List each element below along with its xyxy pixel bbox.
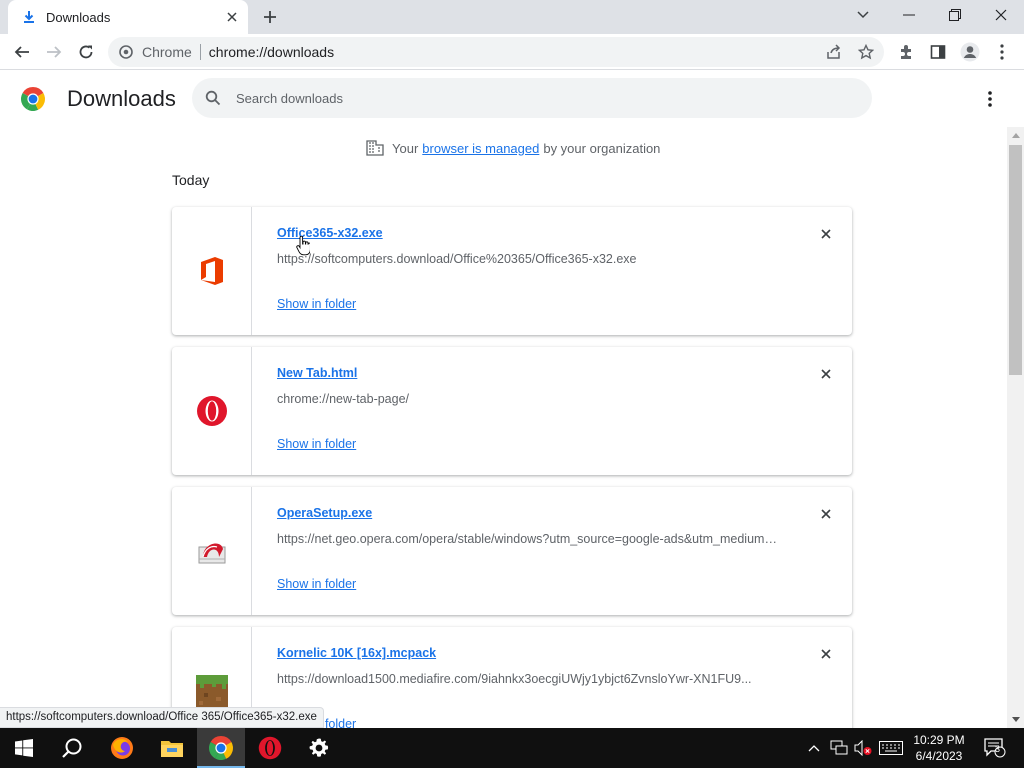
show-in-folder-link[interactable]: Show in folder bbox=[277, 577, 356, 591]
title-bar: Downloads bbox=[0, 0, 1024, 34]
show-in-folder-link[interactable]: Show in folder bbox=[277, 297, 356, 311]
file-name-link[interactable]: Kornelic 10K [16x].mcpack bbox=[277, 646, 436, 660]
file-source-url[interactable]: https://softcomputers.download/Office%20… bbox=[277, 252, 777, 266]
chrome-site-icon bbox=[118, 44, 134, 60]
chrome-icon bbox=[209, 736, 233, 760]
taskbar-file-explorer[interactable] bbox=[148, 728, 196, 768]
reload-button[interactable] bbox=[72, 38, 100, 66]
share-icon[interactable] bbox=[820, 37, 848, 67]
browser-toolbar: Chrome chrome://downloads bbox=[0, 34, 1024, 70]
taskbar-search-button[interactable] bbox=[48, 728, 96, 768]
taskbar-settings[interactable] bbox=[295, 728, 343, 768]
windows-logo-icon bbox=[15, 739, 33, 757]
minecraft-block-icon bbox=[195, 675, 228, 707]
installer-icon bbox=[198, 543, 225, 564]
more-actions-icon[interactable] bbox=[978, 87, 1002, 111]
forward-button[interactable] bbox=[40, 38, 68, 66]
search-downloads-input[interactable] bbox=[236, 90, 796, 106]
start-button[interactable] bbox=[0, 728, 48, 768]
file-icon-column bbox=[172, 487, 252, 615]
remove-download-icon[interactable] bbox=[817, 365, 835, 383]
url-text[interactable]: chrome://downloads bbox=[209, 44, 334, 60]
folder-icon bbox=[161, 741, 183, 757]
action-center-button[interactable]: 3 bbox=[978, 728, 1012, 768]
managed-notice: Your browser is managed by your organiza… bbox=[366, 139, 660, 157]
show-in-folder-link[interactable]: Show in folder bbox=[277, 437, 356, 451]
taskbar-opera[interactable] bbox=[246, 728, 294, 768]
file-icon-column bbox=[172, 347, 252, 475]
profile-avatar-icon[interactable] bbox=[956, 38, 984, 66]
volume-muted-icon[interactable] bbox=[852, 728, 874, 768]
remove-download-icon[interactable] bbox=[817, 225, 835, 243]
system-clock[interactable]: 10:29 PM 6/4/2023 bbox=[908, 732, 970, 764]
remove-download-icon[interactable] bbox=[817, 645, 835, 663]
taskbar-firefox[interactable] bbox=[98, 728, 146, 768]
windows-taskbar: 10:29 PM 6/4/2023 3 bbox=[0, 728, 1024, 768]
minimize-button[interactable] bbox=[886, 0, 932, 30]
chrome-menu-icon[interactable] bbox=[988, 38, 1016, 66]
file-name-link[interactable]: OperaSetup.exe bbox=[277, 506, 372, 520]
taskbar-chrome[interactable] bbox=[197, 728, 245, 768]
download-item: New Tab.html chrome://new-tab-page/ Show… bbox=[172, 347, 852, 475]
browser-managed-link[interactable]: browser is managed bbox=[422, 141, 539, 156]
download-icon bbox=[22, 10, 36, 24]
file-source-url[interactable]: https://download1500.mediafire.com/9iahn… bbox=[277, 672, 777, 686]
close-window-button[interactable] bbox=[978, 0, 1024, 30]
scroll-thumb[interactable] bbox=[1009, 145, 1022, 375]
clock-date: 6/4/2023 bbox=[915, 749, 963, 763]
gear-icon bbox=[309, 738, 329, 757]
remove-download-icon[interactable] bbox=[817, 505, 835, 523]
search-bar[interactable] bbox=[192, 78, 872, 118]
date-section-title: Today bbox=[172, 172, 210, 188]
file-name-link[interactable]: New Tab.html bbox=[277, 366, 357, 380]
file-name-link[interactable]: Office365-x32.exe bbox=[277, 226, 383, 240]
search-icon bbox=[62, 738, 82, 758]
office-icon bbox=[200, 257, 223, 285]
page-title: Downloads bbox=[67, 86, 176, 111]
download-item: Office365-x32.exe https://softcomputers.… bbox=[172, 207, 852, 335]
show-hidden-icons-icon[interactable] bbox=[804, 728, 824, 768]
restore-button[interactable] bbox=[932, 0, 978, 30]
file-source-url[interactable]: chrome://new-tab-page/ bbox=[277, 392, 777, 406]
scroll-down-arrow-icon[interactable] bbox=[1007, 711, 1024, 728]
chrome-logo-icon bbox=[21, 87, 45, 111]
downloads-header: Downloads bbox=[0, 71, 1024, 127]
extensions-icon[interactable] bbox=[892, 38, 920, 66]
tab-downloads[interactable]: Downloads bbox=[8, 0, 248, 34]
back-button[interactable] bbox=[8, 38, 36, 66]
hand-cursor-icon bbox=[296, 236, 310, 256]
file-source-url[interactable]: https://net.geo.opera.com/opera/stable/w… bbox=[277, 532, 777, 546]
managed-prefix: Your bbox=[392, 140, 419, 156]
keyboard-icon[interactable] bbox=[876, 728, 906, 768]
building-icon bbox=[366, 139, 384, 157]
link-status-bubble: https://softcomputers.download/Office 36… bbox=[0, 707, 324, 728]
managed-suffix: by your organization bbox=[543, 140, 661, 156]
search-icon bbox=[204, 89, 222, 107]
notification-count-badge: 3 bbox=[995, 744, 1001, 754]
downloads-list-area: Your browser is managed by your organiza… bbox=[0, 127, 1007, 728]
new-tab-button[interactable] bbox=[258, 6, 282, 28]
side-panel-icon[interactable] bbox=[924, 38, 952, 66]
bookmark-star-icon[interactable] bbox=[852, 37, 880, 67]
address-bar[interactable]: Chrome chrome://downloads bbox=[108, 37, 884, 67]
firefox-icon bbox=[111, 737, 133, 759]
page-scrollbar[interactable] bbox=[1007, 127, 1024, 728]
close-tab-icon[interactable] bbox=[224, 9, 240, 25]
tab-search-icon[interactable] bbox=[840, 0, 886, 30]
network-icon[interactable] bbox=[828, 728, 850, 768]
download-item: OperaSetup.exe https://net.geo.opera.com… bbox=[172, 487, 852, 615]
omnibox-separator bbox=[199, 44, 201, 60]
opera-icon bbox=[258, 736, 282, 760]
file-icon-column bbox=[172, 207, 252, 335]
clock-time: 10:29 PM bbox=[913, 733, 965, 747]
scroll-up-arrow-icon[interactable] bbox=[1007, 127, 1024, 144]
tab-title: Downloads bbox=[46, 9, 111, 25]
opera-icon bbox=[196, 396, 227, 426]
site-name: Chrome bbox=[142, 44, 192, 60]
